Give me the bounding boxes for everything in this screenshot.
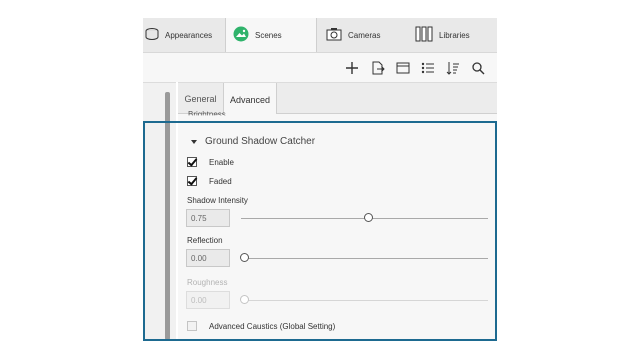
- highlight-frame: [143, 121, 497, 341]
- tab-strip: Appearances Scenes Cameras Libraries: [143, 18, 497, 52]
- tab-label: Appearances: [165, 30, 213, 40]
- list-settings-icon[interactable]: [420, 60, 436, 76]
- tab-cameras[interactable]: Cameras: [317, 18, 409, 52]
- camera-icon: [326, 27, 342, 43]
- tab-label: Cameras: [348, 30, 381, 40]
- appearances-icon: [145, 27, 159, 43]
- tab-label: Libraries: [439, 30, 470, 40]
- tab-libraries[interactable]: Libraries: [409, 18, 497, 52]
- tab-label: General: [184, 94, 217, 104]
- scenes-icon: [233, 26, 249, 44]
- tab-appearances[interactable]: Appearances: [143, 18, 225, 52]
- sort-icon[interactable]: [445, 60, 461, 76]
- toolbar: [143, 52, 497, 82]
- tab-label: Advanced: [229, 94, 271, 105]
- libraries-icon: [415, 26, 433, 44]
- tab-label: Scenes: [255, 30, 282, 40]
- window-icon[interactable]: [395, 60, 411, 76]
- export-icon[interactable]: [370, 60, 386, 76]
- subtab-bar: General Advanced: [178, 82, 497, 116]
- tab-scenes[interactable]: Scenes: [225, 18, 317, 52]
- search-icon[interactable]: [470, 60, 486, 76]
- add-icon[interactable]: [344, 60, 360, 76]
- tab-advanced[interactable]: Advanced: [223, 83, 277, 116]
